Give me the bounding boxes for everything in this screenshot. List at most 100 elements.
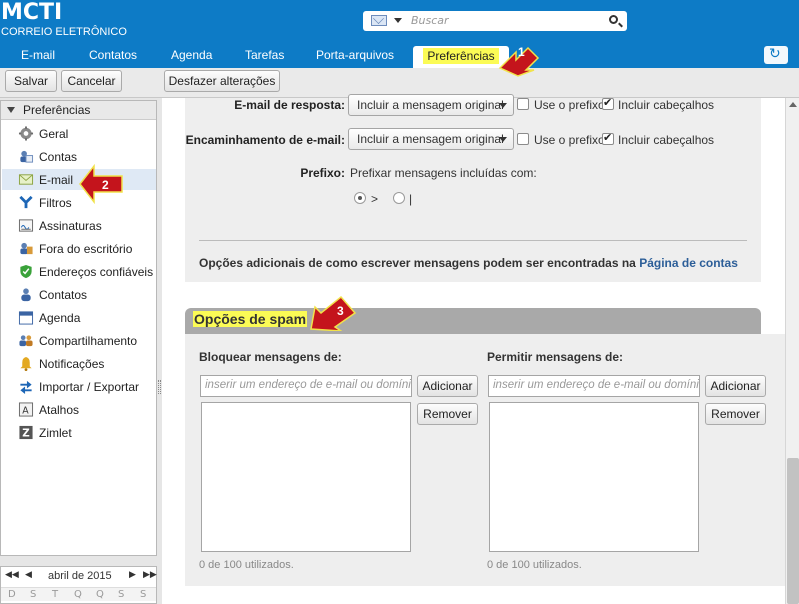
forward-use-prefix-checkbox[interactable] — [517, 133, 529, 145]
save-button[interactable]: Salvar — [5, 70, 57, 92]
prev-year-button[interactable]: ◀◀ — [5, 570, 19, 580]
tab-contacts[interactable]: Contatos — [89, 48, 137, 62]
callout-arrow-1: 1 — [498, 45, 540, 77]
block-usage: 0 de 100 utilizados. — [199, 559, 294, 571]
sidebar-item-label: Filtros — [39, 196, 72, 210]
allow-address-list[interactable] — [489, 402, 699, 552]
sidebar-resize-handle[interactable] — [158, 380, 161, 394]
reply-use-prefix-checkbox[interactable] — [517, 98, 529, 110]
sidebar-item-geral[interactable]: Geral — [2, 123, 156, 144]
block-label: Bloquear mensagens de: — [199, 350, 342, 364]
sidebar-item-agenda[interactable]: Agenda — [2, 307, 156, 328]
block-address-input[interactable]: inserir um endereço de e-mail ou domínio — [200, 375, 412, 397]
search-box[interactable]: Buscar — [363, 11, 627, 31]
collapse-triangle-icon[interactable] — [7, 107, 15, 113]
block-remove-button[interactable]: Remover — [417, 403, 478, 425]
scrollbar-thumb[interactable] — [787, 458, 799, 604]
import-export-icon — [20, 380, 32, 394]
tab-agenda[interactable]: Agenda — [171, 48, 212, 62]
tab-briefcase[interactable]: Porta-arquivos — [316, 48, 394, 62]
sidebar-item-label: Contas — [39, 150, 78, 164]
tab-preferences[interactable]: Preferências — [413, 46, 509, 68]
forward-select-value: Incluir a mensagem original — [357, 132, 504, 146]
svg-text:Z: Z — [22, 428, 29, 440]
sidebar-item-label: Compartilhamento — [39, 334, 138, 348]
note-text: Opções adicionais de como escrever mensa… — [199, 256, 640, 270]
search-input[interactable]: Buscar — [411, 14, 449, 27]
sidebar-item-label: Notificações — [39, 357, 105, 371]
sidebar-item-compartilhamento[interactable]: Compartilhamento — [2, 330, 156, 351]
sidebar-item-notificacoes[interactable]: Notificações — [2, 353, 156, 374]
prefix-radio-gt[interactable] — [354, 192, 366, 204]
allow-add-button[interactable]: Adicionar — [705, 375, 766, 397]
sidebar-header[interactable]: Preferências — [1, 101, 156, 120]
shield-icon — [20, 264, 32, 279]
sidebar-item-label: Contatos — [39, 288, 88, 302]
next-month-button[interactable]: ▶ — [129, 570, 136, 580]
weekday: S — [140, 589, 147, 600]
mini-calendar: ◀◀ ◀ abril de 2015 ▶ ▶▶ D S T Q Q S S — [0, 566, 157, 604]
allow-address-input[interactable]: inserir um endereço de e-mail ou domínio — [488, 375, 700, 397]
account-page-note: Opções adicionais de como escrever mensa… — [199, 256, 738, 270]
sidebar-item-fora-escritorio[interactable]: Fora do escritório — [2, 238, 156, 259]
scroll-up-icon[interactable] — [789, 102, 797, 107]
content-scrollbar[interactable] — [785, 98, 799, 604]
refresh-button[interactable]: ↻ — [764, 46, 788, 64]
forward-label: Encaminhamento de e-mail: — [185, 133, 345, 147]
sidebar-item-zimlet[interactable]: Z Zimlet — [2, 422, 156, 443]
sidebar-item-label: Zimlet — [39, 426, 72, 440]
reply-select[interactable]: Incluir a mensagem original — [348, 94, 514, 116]
block-add-button[interactable]: Adicionar — [417, 375, 478, 397]
prev-month-button[interactable]: ◀ — [25, 570, 32, 580]
sidebar-item-atalhos[interactable]: A Atalhos — [2, 399, 156, 420]
svg-text:A: A — [22, 405, 29, 416]
compose-options-panel: E-mail de resposta: Incluir a mensagem o… — [185, 94, 761, 282]
allow-remove-button[interactable]: Remover — [705, 403, 766, 425]
refresh-icon: ↻ — [769, 46, 781, 62]
prefix-radio-pipe-label: | — [409, 192, 413, 206]
spam-section-header: Opções de spam — [185, 308, 761, 334]
block-address-list[interactable] — [201, 402, 411, 552]
gear-icon — [18, 126, 34, 141]
prefix-radio-pipe[interactable] — [393, 192, 405, 204]
sidebar-header-label: Preferências — [23, 103, 91, 117]
reply-include-headers-checkbox[interactable] — [602, 96, 614, 110]
allow-label: Permitir mensagens de: — [487, 350, 624, 364]
sidebar-item-enderecos-confiaveis[interactable]: Endereços confiáveis — [2, 261, 156, 282]
tab-tasks[interactable]: Tarefas — [245, 48, 284, 62]
forward-select[interactable]: Incluir a mensagem original — [348, 128, 514, 150]
cancel-button[interactable]: Cancelar — [61, 70, 122, 92]
reply-include-headers-label: Incluir cabeçalhos — [618, 98, 715, 112]
sidebar-item-label: Agenda — [39, 311, 81, 325]
divider — [199, 240, 747, 241]
sidebar-item-importar-exportar[interactable]: Importar / Exportar — [2, 376, 156, 397]
undo-changes-button[interactable]: Desfazer alterações — [164, 70, 280, 92]
accounts-icon — [20, 150, 34, 163]
tab-preferences-label: Preferências — [423, 48, 499, 64]
chevron-down-icon[interactable] — [394, 18, 402, 23]
zimlet-icon: Z — [19, 425, 33, 440]
calendar-month: abril de 2015 — [48, 570, 112, 582]
forward-include-headers-checkbox[interactable] — [602, 131, 614, 145]
sidebar-item-assinaturas[interactable]: Assinaturas — [2, 215, 156, 236]
weekday: Q — [96, 589, 104, 600]
calendar-icon — [18, 311, 34, 325]
weekday: S — [118, 589, 125, 600]
prefix-label: Prefixo: — [300, 166, 345, 180]
logo-title: MCTI — [1, 0, 63, 25]
envelope-icon[interactable] — [371, 15, 387, 26]
sidebar-item-contatos[interactable]: Contatos — [2, 284, 156, 305]
callout-arrow-2: 2 — [79, 163, 123, 205]
account-page-link[interactable]: Página de contas — [639, 256, 738, 270]
prefix-radio-gt-label: > — [371, 192, 379, 206]
forward-include-headers-label: Incluir cabeçalhos — [618, 133, 715, 147]
search-icon[interactable] — [609, 15, 618, 24]
weekday-row: D S T Q Q S S — [1, 587, 156, 601]
callout-arrow-3: 3 — [310, 295, 357, 331]
callout-number-1: 1 — [518, 45, 525, 59]
sidebar-item-label: Atalhos — [39, 403, 80, 417]
filter-icon — [19, 195, 33, 209]
weekday: D — [8, 589, 16, 600]
tab-email[interactable]: E-mail — [21, 48, 55, 62]
next-year-button[interactable]: ▶▶ — [143, 570, 157, 580]
